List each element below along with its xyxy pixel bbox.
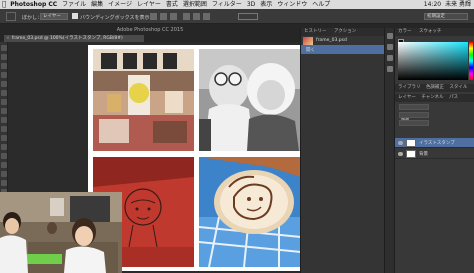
lock-controls[interactable] — [399, 120, 429, 126]
visibility-eye-icon[interactable] — [398, 140, 403, 145]
hue-slider[interactable] — [469, 42, 473, 80]
color-picker-field[interactable] — [398, 42, 468, 80]
layer-thumbnail — [406, 149, 416, 158]
character-panel-icon[interactable] — [387, 66, 393, 72]
webcam-overlay — [0, 192, 122, 273]
brush-panel-icon[interactable] — [387, 55, 393, 61]
align-center-icon[interactable] — [193, 13, 200, 20]
menu-filter[interactable]: フィルター — [212, 0, 242, 9]
history-step-label: 開く — [306, 47, 315, 53]
clock: 14:20 — [423, 1, 442, 8]
healing-icon[interactable] — [1, 99, 7, 105]
tab-swatches[interactable]: スウォッチ — [419, 29, 442, 34]
menu-view[interactable]: 表示 — [260, 0, 272, 9]
tab-layers[interactable]: レイヤー — [398, 95, 416, 100]
visibility-eye-icon[interactable] — [398, 151, 403, 156]
gradient-icon[interactable] — [1, 144, 7, 150]
auto-select-dropdown[interactable]: レイヤー — [40, 13, 68, 20]
close-icon[interactable]: × — [6, 36, 10, 41]
align-right-icon[interactable] — [203, 13, 210, 20]
align-middle-icon[interactable] — [160, 13, 167, 20]
show-bbox-label: バウンディングボックスを表示 — [80, 15, 150, 21]
history-snapshot-label: frame_03.psd — [316, 38, 347, 43]
layer-name: イラストスタンプ — [419, 140, 455, 146]
layer-row-background[interactable]: 背景 — [395, 149, 474, 159]
marquee-icon[interactable] — [1, 54, 7, 60]
layer-row-illust-stamp[interactable]: イラストスタンプ — [395, 138, 474, 148]
blend-mode-dropdown[interactable] — [399, 112, 429, 118]
stamp-icon[interactable] — [1, 117, 7, 123]
eyedropper-icon[interactable] — [1, 90, 7, 96]
move-icon[interactable] — [1, 45, 7, 51]
tab-adjustments[interactable]: 色調補正 — [426, 85, 444, 90]
lasso-icon[interactable] — [1, 63, 7, 69]
properties-panel-icon[interactable] — [387, 44, 393, 50]
menu-edit[interactable]: 編集 — [91, 0, 103, 9]
history-step-open[interactable]: 開く — [301, 45, 384, 54]
brush-icon[interactable] — [1, 108, 7, 114]
photo-storefront — [93, 49, 194, 151]
type-icon[interactable] — [1, 180, 7, 186]
tab-actions[interactable]: アクション — [334, 29, 356, 34]
snapshot-thumbnail — [303, 36, 313, 45]
menu-layer[interactable]: レイヤー — [137, 0, 161, 9]
menu-window[interactable]: ウィンドウ — [277, 0, 307, 9]
apple-icon[interactable]:  — [2, 0, 6, 9]
show-bbox-checkbox[interactable] — [72, 13, 78, 19]
tab-paths[interactable]: パス — [449, 95, 458, 100]
auto-select-label: ぼかし： — [22, 15, 43, 21]
document-tab[interactable]: × frame_03.psd @ 100%(イラストスタンプ, RGB/8#) — [4, 35, 144, 42]
user-name[interactable]: 未来 勇輝 — [445, 0, 471, 9]
tab-channels[interactable]: チャンネル — [421, 95, 443, 100]
blur-icon[interactable] — [1, 153, 7, 159]
menu-select[interactable]: 選択範囲 — [183, 0, 207, 9]
window-title: Adobe Photoshop CC 2015 — [116, 27, 184, 33]
photo-latte-art — [199, 157, 301, 267]
align-left-icon[interactable] — [183, 13, 190, 20]
history-snapshot[interactable]: frame_03.psd — [301, 36, 384, 45]
history-brush-icon[interactable] — [1, 126, 7, 132]
history-panel-icon[interactable] — [387, 33, 393, 39]
color-tabs: カラー スウォッチ — [395, 28, 474, 36]
right-panel: カラー スウォッチ ライブラリ 色調補正 スタイル レイヤー チャンネル パス … — [394, 28, 474, 273]
app-menu[interactable]: Photoshop CC — [10, 0, 57, 9]
tab-history[interactable]: ヒストリー — [304, 29, 327, 34]
workspace-dropdown[interactable]: 初期設定 — [424, 13, 468, 20]
menu-bar:  Photoshop CC ファイル 編集 イメージ レイヤー 書式 選択範囲… — [0, 0, 474, 9]
photoshop-screen:  Photoshop CC ファイル 編集 イメージ レイヤー 書式 選択範囲… — [0, 0, 474, 273]
photo-monochrome-people — [199, 49, 301, 151]
menu-type[interactable]: 書式 — [166, 0, 178, 9]
adjust-tabs: ライブラリ 色調補正 スタイル — [395, 84, 474, 92]
tab-color[interactable]: カラー — [398, 29, 412, 34]
document-tab-label: frame_03.psd @ 100%(イラストスタンプ, RGB/8#) — [11, 36, 123, 41]
crop-icon[interactable] — [1, 81, 7, 87]
dodge-icon[interactable] — [1, 162, 7, 168]
layer-kind-filter[interactable]: 種類 — [399, 104, 429, 121]
options-bar: ぼかし： レイヤー バウンディングボックスを表示 初期設定 — [0, 9, 474, 24]
quick-select-icon[interactable] — [1, 72, 7, 78]
panel-icon-strip — [384, 28, 394, 273]
eraser-icon[interactable] — [1, 135, 7, 141]
tab-styles[interactable]: スタイル — [449, 85, 467, 90]
history-tabs: ヒストリー アクション — [301, 28, 384, 36]
align-bottom-icon[interactable] — [170, 13, 177, 20]
menu-image[interactable]: イメージ — [108, 0, 132, 9]
menu-3d[interactable]: 3D — [247, 0, 255, 9]
layer-name: 背景 — [419, 151, 428, 157]
pen-icon[interactable] — [1, 171, 7, 177]
3d-mode-icon[interactable] — [238, 13, 258, 20]
history-panel: ヒストリー アクション frame_03.psd 開く — [300, 28, 384, 273]
layers-tabs: レイヤー チャンネル パス — [395, 94, 474, 102]
layer-thumbnail — [406, 138, 416, 147]
tab-libraries[interactable]: ライブラリ — [398, 85, 421, 90]
menu-help[interactable]: ヘルプ — [312, 0, 330, 9]
move-tool-icon[interactable] — [6, 12, 16, 21]
align-top-icon[interactable] — [150, 13, 157, 20]
menu-file[interactable]: ファイル — [62, 0, 86, 9]
